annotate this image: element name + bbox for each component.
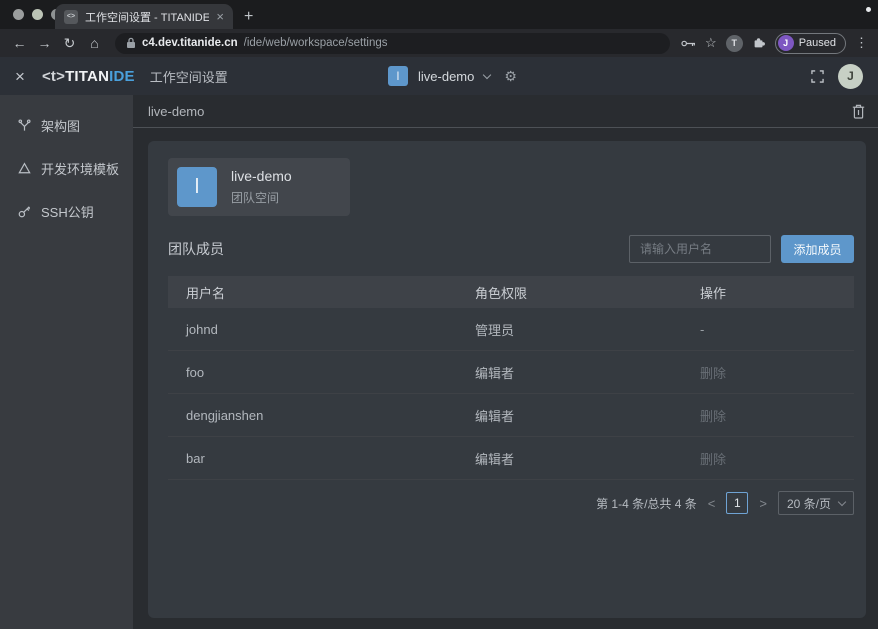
settings-close-icon[interactable]: ×: [15, 68, 25, 85]
template-triangle-icon: [17, 161, 32, 176]
table-row: foo 编辑者 删除: [168, 351, 854, 394]
next-page-icon[interactable]: >: [759, 496, 767, 511]
app-header: × <t>TITANIDE 工作空间设置 l live-demo ⚙ J: [0, 57, 878, 95]
back-icon[interactable]: ←: [10, 36, 29, 50]
profile-avatar: J: [778, 35, 794, 51]
forward-icon[interactable]: →: [35, 36, 54, 50]
logo-titan: TITAN: [65, 68, 109, 85]
gear-icon[interactable]: ⚙: [504, 68, 517, 85]
sidebar-item-ssh-key[interactable]: SSH公钥: [0, 190, 133, 233]
role-cell: 编辑者: [475, 363, 700, 382]
chevron-down-icon[interactable]: [483, 70, 491, 78]
titanide-logo: <t>TITANIDE: [42, 68, 135, 85]
minimize-window-button[interactable]: [32, 9, 43, 20]
workspace-name: live-demo: [418, 69, 474, 84]
workspace-card: l live-demo 团队空间: [168, 158, 350, 216]
password-key-icon[interactable]: [681, 39, 696, 48]
profile-paused-pill[interactable]: J Paused: [775, 33, 846, 54]
chevron-down-icon: [838, 498, 846, 506]
main-topbar: live-demo: [133, 95, 878, 128]
reload-icon[interactable]: ↻: [60, 36, 79, 50]
browser-menu-icon[interactable]: ⋮: [855, 35, 868, 51]
new-tab-button[interactable]: +: [244, 4, 253, 29]
branch-icon: [17, 118, 32, 133]
url-bar[interactable]: c4.dev.titanide.cn /ide/web/workspace/se…: [115, 33, 670, 54]
logo-ide: IDE: [109, 68, 135, 85]
page-size-value: 20 条/页: [787, 495, 831, 512]
role-cell: 编辑者: [475, 406, 700, 425]
user-avatar[interactable]: J: [838, 64, 863, 89]
table-header-row: 用户名 角色权限 操作: [168, 276, 854, 308]
table-row: bar 编辑者 删除: [168, 437, 854, 480]
settings-panel: l live-demo 团队空间 团队成员 添加成员 用户名 角: [148, 141, 866, 618]
fullscreen-icon[interactable]: [811, 70, 824, 83]
browser-tab[interactable]: <> 工作空间设置 - TITANIDE ×: [55, 4, 233, 29]
column-header-action: 操作: [700, 283, 854, 302]
sidebar-item-label: SSH公钥: [41, 202, 94, 221]
action-dash: -: [700, 322, 854, 337]
browser-titlebar: <> 工作空间设置 - TITANIDE × +: [0, 0, 878, 29]
paused-label: Paused: [799, 37, 836, 49]
close-window-button[interactable]: [13, 9, 24, 20]
toolbar-actions: ☆ T J Paused ⋮: [681, 33, 868, 54]
workspace-badge: l: [388, 66, 408, 86]
sidebar-item-label: 架构图: [41, 116, 80, 135]
bookmark-star-icon[interactable]: ☆: [705, 35, 717, 51]
page-number-button[interactable]: 1: [726, 492, 748, 514]
tab-close-icon[interactable]: ×: [216, 10, 224, 23]
url-domain: c4.dev.titanide.cn: [142, 37, 238, 49]
breadcrumb: live-demo: [148, 104, 852, 119]
prev-page-icon[interactable]: <: [708, 496, 716, 511]
members-section-title: 团队成员: [168, 239, 629, 259]
column-header-username: 用户名: [168, 283, 475, 302]
browser-toolbar: ← → ↻ ⌂ c4.dev.titanide.cn /ide/web/work…: [0, 29, 878, 57]
lock-icon: [126, 37, 136, 49]
workspace-card-type: 团队空间: [231, 189, 292, 206]
url-path: /ide/web/workspace/settings: [244, 37, 388, 49]
role-cell: 管理员: [475, 320, 700, 339]
window-dot: [866, 7, 871, 12]
role-cell: 编辑者: [475, 449, 700, 468]
tab-title: 工作空间设置 - TITANIDE: [85, 9, 209, 25]
header-right: J: [811, 64, 863, 89]
table-row: dengjianshen 编辑者 删除: [168, 394, 854, 437]
pagination: 第 1-4 条/总共 4 条 < 1 > 20 条/页: [168, 480, 854, 526]
column-header-role: 角色权限: [475, 283, 700, 302]
username-cell: johnd: [168, 322, 475, 337]
pagination-summary: 第 1-4 条/总共 4 条: [596, 495, 697, 512]
app-body: 架构图 开发环境模板 SSH公钥 live-demo: [0, 95, 878, 629]
workspace-card-name: live-demo: [231, 168, 292, 184]
sidebar-item-architecture[interactable]: 架构图: [0, 104, 133, 147]
members-section-header: 团队成员 添加成员: [168, 235, 854, 263]
workspace-selector[interactable]: l live-demo ⚙: [388, 66, 517, 86]
sidebar-item-dev-template[interactable]: 开发环境模板: [0, 147, 133, 190]
username-cell: bar: [168, 451, 475, 466]
username-cell: dengjianshen: [168, 408, 475, 423]
main-area: live-demo l live-demo 团队空间 团队成员: [133, 95, 878, 629]
members-table: 用户名 角色权限 操作 johnd 管理员 - foo 编辑者 删除: [168, 276, 854, 480]
page-size-select[interactable]: 20 条/页: [778, 491, 854, 515]
delete-workspace-trash-icon[interactable]: [852, 104, 865, 119]
table-row: johnd 管理员 -: [168, 308, 854, 351]
sidebar: 架构图 开发环境模板 SSH公钥: [0, 95, 133, 629]
workspace-card-badge: l: [177, 167, 217, 207]
username-search-input[interactable]: [629, 235, 771, 263]
delete-member-link[interactable]: 删除: [700, 363, 854, 382]
browser-window: <> 工作空间设置 - TITANIDE × + ← → ↻ ⌂ c4.dev.…: [0, 0, 878, 629]
home-icon[interactable]: ⌂: [85, 36, 104, 50]
page-title: 工作空间设置: [150, 67, 228, 86]
tab-favicon-icon: <>: [64, 10, 78, 24]
sidebar-item-label: 开发环境模板: [41, 159, 119, 178]
delete-member-link[interactable]: 删除: [700, 406, 854, 425]
add-member-button[interactable]: 添加成员: [781, 235, 854, 263]
extensions-puzzle-icon[interactable]: [752, 36, 766, 50]
username-cell: foo: [168, 365, 475, 380]
key-icon: [17, 204, 32, 219]
delete-member-link[interactable]: 删除: [700, 449, 854, 468]
extension-t-icon[interactable]: T: [726, 35, 743, 52]
logo-bracket: <t>: [42, 68, 65, 85]
